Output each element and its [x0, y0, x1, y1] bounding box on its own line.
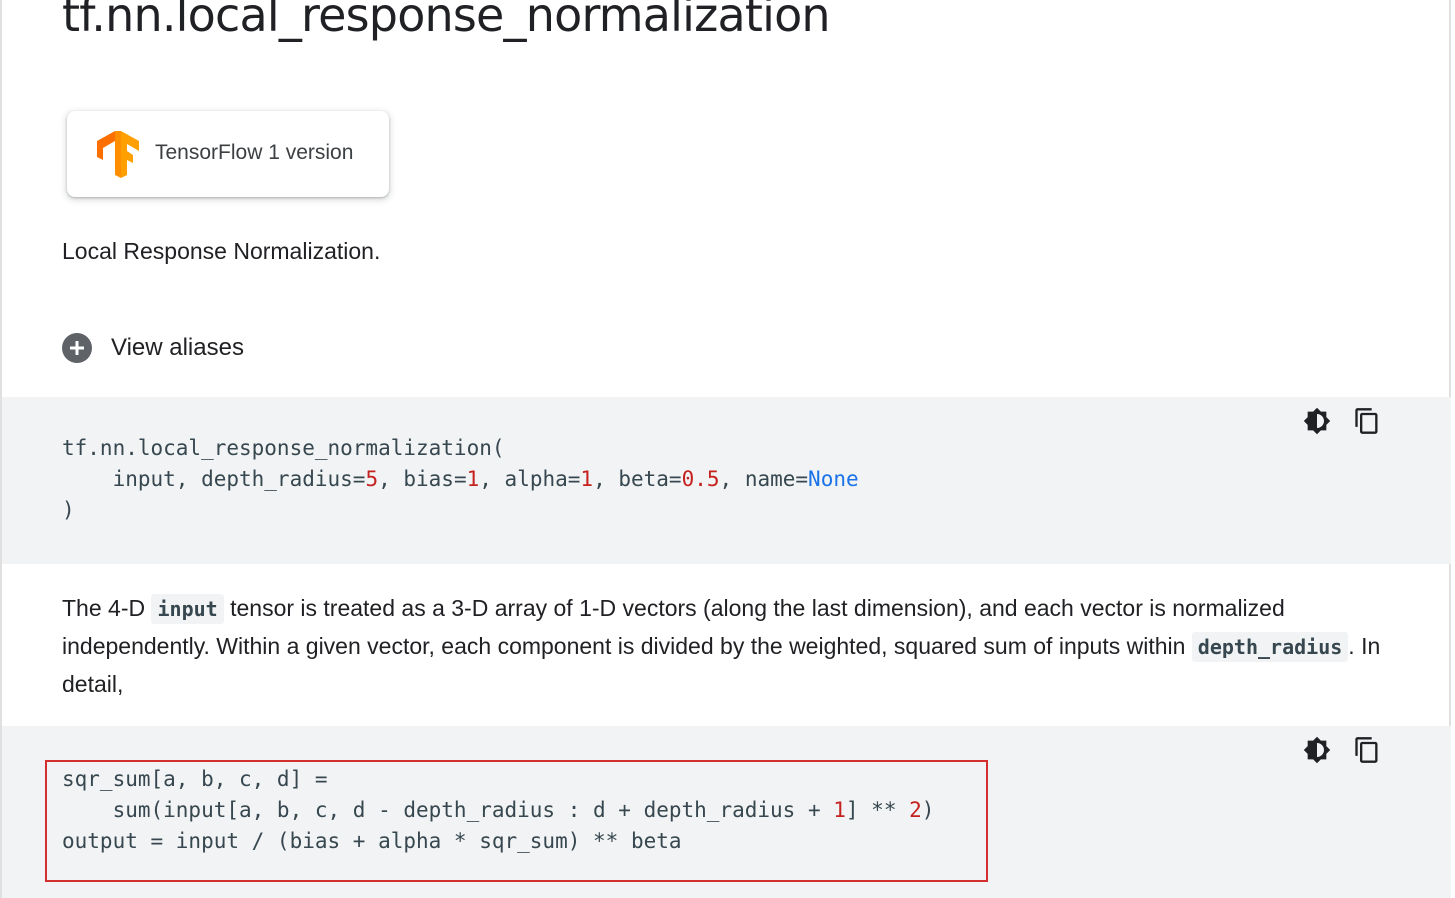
code-number: 5: [365, 467, 379, 491]
inline-code-input: input: [151, 594, 224, 624]
view-aliases-toggle[interactable]: View aliases: [62, 331, 244, 365]
code-number: 1: [580, 467, 594, 491]
code-line: input, depth_radius=5, bias=1, alpha=1, …: [62, 467, 859, 491]
copy-icon[interactable]: [1353, 407, 1381, 435]
function-signature: tf.nn.local_response_normalization( inpu…: [62, 433, 859, 526]
tensorflow-logo-icon: [97, 131, 139, 178]
formula-code: sqr_sum[a, b, c, d] = sum(input[a, b, c,…: [62, 764, 934, 857]
paragraph-text: The 4-D: [62, 595, 152, 621]
code-number: 0.5: [681, 467, 720, 491]
theme-toggle-icon[interactable]: [1303, 736, 1331, 764]
code-line: tf.nn.local_response_normalization(: [62, 436, 505, 460]
tensorflow-1-version-label: TensorFlow 1 version: [155, 141, 354, 164]
code-line: sqr_sum[a, b, c, d] =: [62, 767, 328, 791]
code-token: , name=: [719, 467, 809, 491]
theme-toggle-icon[interactable]: [1303, 407, 1331, 435]
code-token: sum(input[a, b, c, d - depth_radius : d …: [62, 798, 834, 822]
formula-code-block: sqr_sum[a, b, c, d] = sum(input[a, b, c,…: [2, 726, 1451, 898]
code-number: 1: [466, 467, 480, 491]
code-token: input, depth_radius=: [62, 467, 366, 491]
code-number: 1: [833, 798, 846, 822]
tensorflow-1-version-button[interactable]: TensorFlow 1 version: [67, 111, 389, 197]
inline-code-depth-radius: depth_radius: [1191, 632, 1349, 662]
code-token: ] **: [845, 798, 910, 822]
body-paragraph: The 4-D input tensor is treated as a 3-D…: [62, 590, 1392, 703]
code-token: , alpha=: [479, 467, 581, 491]
code-keyword: None: [808, 467, 859, 491]
code-line: output = input / (bias + alpha * sqr_sum…: [62, 829, 682, 853]
code-toolbar: [1303, 407, 1381, 435]
code-token: , beta=: [593, 467, 682, 491]
code-token: , bias=: [378, 467, 467, 491]
api-description: Local Response Normalization.: [62, 238, 381, 264]
view-aliases-label: View aliases: [111, 334, 244, 361]
code-line: sum(input[a, b, c, d - depth_radius : d …: [62, 798, 935, 822]
code-line: ): [62, 498, 75, 522]
paragraph-text: tensor is treated as a 3-D array of 1-D …: [62, 595, 1285, 659]
copy-icon[interactable]: [1353, 736, 1381, 764]
plus-circle-icon: [62, 333, 92, 363]
code-number: 2: [909, 798, 922, 822]
code-token: ): [921, 798, 935, 822]
page-title: tf.nn.local_response_normalization: [62, 0, 831, 42]
signature-code-block: tf.nn.local_response_normalization( inpu…: [2, 397, 1451, 564]
code-toolbar: [1303, 736, 1381, 764]
